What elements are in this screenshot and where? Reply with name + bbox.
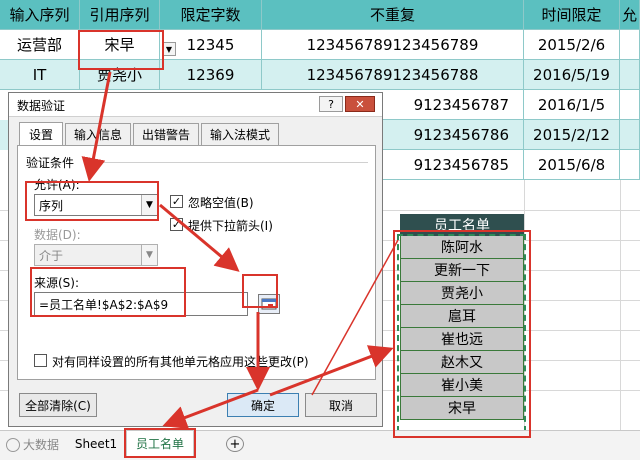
guide-line <box>311 239 399 396</box>
arrow-cell-to-allow <box>81 71 112 182</box>
arrow-allow-to-picker <box>159 203 240 272</box>
arrow-to-list <box>269 345 394 397</box>
annotation-arrows <box>81 71 399 429</box>
arrow-to-sheet-tab <box>162 388 259 429</box>
